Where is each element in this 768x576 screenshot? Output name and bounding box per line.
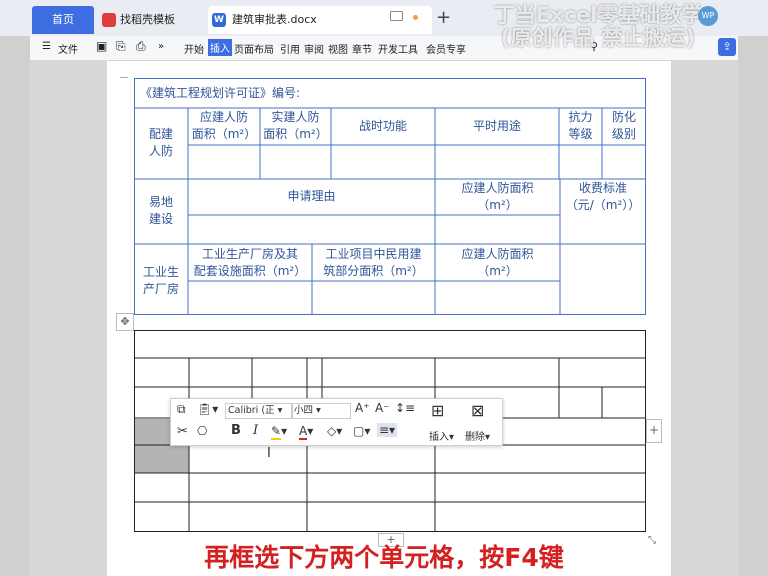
highlight-icon[interactable]: ✎▾ — [271, 424, 287, 440]
line-spacing-icon[interactable]: ↕≡ — [395, 401, 415, 415]
ribbon-tab-member[interactable]: 会员专享 — [426, 41, 466, 56]
watermark-line2: (原创作品 禁止搬运) — [500, 26, 696, 50]
text-cursor-icon: I — [267, 446, 271, 461]
ribbon-tab-start[interactable]: 开始 — [184, 41, 204, 56]
ribbon-tab-insert[interactable]: 插入 — [208, 39, 232, 56]
print-icon[interactable]: ⎙ — [136, 39, 146, 54]
monitor-icon[interactable] — [390, 11, 403, 21]
export-icon[interactable]: ⎘ — [116, 39, 126, 54]
delete-label: 删除 — [465, 432, 485, 443]
font-color-icon[interactable]: A▾ — [299, 424, 313, 440]
tab-home[interactable]: 首页 — [32, 6, 94, 34]
watermark: 丁当Excel零基础教学 (原创作品 禁止搬运) — [478, 4, 718, 50]
watermark-line1: 丁当Excel零基础教学 — [493, 3, 703, 27]
tutorial-caption: 再框选下方两个单元格，按F4键 — [204, 543, 564, 572]
tab-template[interactable]: 找稻壳模板 — [98, 6, 204, 34]
format-painter-icon[interactable]: ⎔ — [197, 424, 207, 438]
bold-button[interactable]: B — [231, 423, 241, 438]
tab-document-label: 建筑审批表.docx — [232, 13, 317, 26]
right-gutter — [738, 36, 768, 576]
font-size-select[interactable]: 小四 ▾ — [291, 403, 351, 419]
share-button[interactable]: ⇪ — [718, 38, 736, 56]
ribbon-tab-sections[interactable]: 章节 — [352, 41, 372, 56]
save-icon[interactable]: ▣ — [96, 39, 107, 53]
header-actual-area: 实建人防 面积（m²） — [263, 110, 328, 141]
insert-label: 插入 — [429, 432, 449, 443]
header-reason: 申请理由 — [287, 189, 336, 203]
form-title: 《建筑工程规划许可证》编号: — [140, 86, 301, 100]
ribbon-tab-developer[interactable]: 开发工具 — [378, 41, 418, 56]
grow-font-icon[interactable]: A⁺ — [355, 401, 370, 415]
word-doc-icon: W — [212, 13, 226, 27]
menu-icon[interactable]: ☰ — [42, 41, 51, 52]
row-label-civil-defense: 配建 人防 — [148, 127, 173, 158]
left-gutter — [0, 36, 30, 576]
header-should-area-3: 应建人防面积 （m²） — [461, 247, 534, 278]
floating-format-toolbar: ⧉ 📋︎▾ Calibri (正 ▾ 小四 ▾ A⁺ A⁻ ↕≡ ✂ ⎔ B I… — [170, 398, 503, 446]
cut-icon[interactable]: ✂ — [177, 424, 188, 439]
header-wartime: 战时功能 — [358, 119, 407, 133]
header-resistance: 抗力 等级 — [568, 110, 593, 141]
font-size-value: 小四 — [294, 405, 314, 416]
docer-logo-icon — [102, 13, 116, 27]
shading-icon[interactable]: ◇▾ — [327, 424, 342, 438]
ribbon-tab-layout[interactable]: 页面布局 — [234, 41, 274, 56]
header-factory-area: 工业生产厂房及其 配套设施面积（m²） — [193, 247, 307, 278]
shrink-font-icon[interactable]: A⁻ — [375, 401, 390, 415]
ribbon-tab-view[interactable]: 视图 — [328, 41, 348, 56]
row-label-factory: 工业生 产厂房 — [142, 265, 179, 296]
add-column-button[interactable]: + — [646, 419, 662, 443]
row-label-relocation: 易地 建设 — [148, 195, 173, 226]
italic-button[interactable]: I — [253, 423, 258, 438]
align-icon[interactable]: ≡▾ — [377, 423, 398, 437]
header-fee: 收费标准 （元/（m²）） — [565, 181, 641, 212]
delete-menu[interactable]: 删除▾ — [465, 428, 490, 443]
paste-icon[interactable]: 📋︎▾ — [197, 402, 218, 416]
header-chemical: 防化 级别 — [611, 110, 636, 141]
more-icon[interactable]: » — [158, 41, 164, 52]
margin-marker — [120, 77, 128, 78]
file-menu[interactable]: 文件 — [58, 41, 78, 56]
ribbon-tab-references[interactable]: 引用 — [280, 41, 300, 56]
header-civil-area: 工业项目中民用建 筑部分面积（m²） — [323, 247, 424, 278]
font-select[interactable]: Calibri (正 ▾ — [225, 403, 293, 419]
unsaved-dot-icon — [413, 15, 418, 20]
header-peacetime: 平时用途 — [472, 119, 521, 133]
delete-table-icon[interactable]: ⊠ — [471, 401, 484, 420]
tab-template-label: 找稻壳模板 — [120, 13, 175, 26]
insert-menu[interactable]: 插入▾ — [429, 428, 454, 443]
border-icon[interactable]: ▢▾ — [353, 424, 370, 438]
header-should-area-2: 应建人防面积 （m²） — [461, 181, 534, 212]
new-tab-button[interactable]: + — [436, 7, 451, 28]
copy-icon[interactable]: ⧉ — [177, 402, 186, 417]
font-select-value: Calibri (正 — [228, 405, 275, 416]
header-should-area: 应建人防 面积（m²） — [191, 110, 257, 141]
table-move-handle[interactable]: ✥ — [116, 313, 134, 331]
ribbon-tab-review[interactable]: 审阅 — [304, 41, 324, 56]
permit-form-table[interactable]: 《建筑工程规划许可证》编号: 配建 人防 应建人防 面积（m²） 实建人防 面积… — [134, 78, 646, 315]
insert-table-icon[interactable]: ⊞ — [431, 401, 444, 420]
avatar[interactable]: WP — [698, 6, 718, 26]
